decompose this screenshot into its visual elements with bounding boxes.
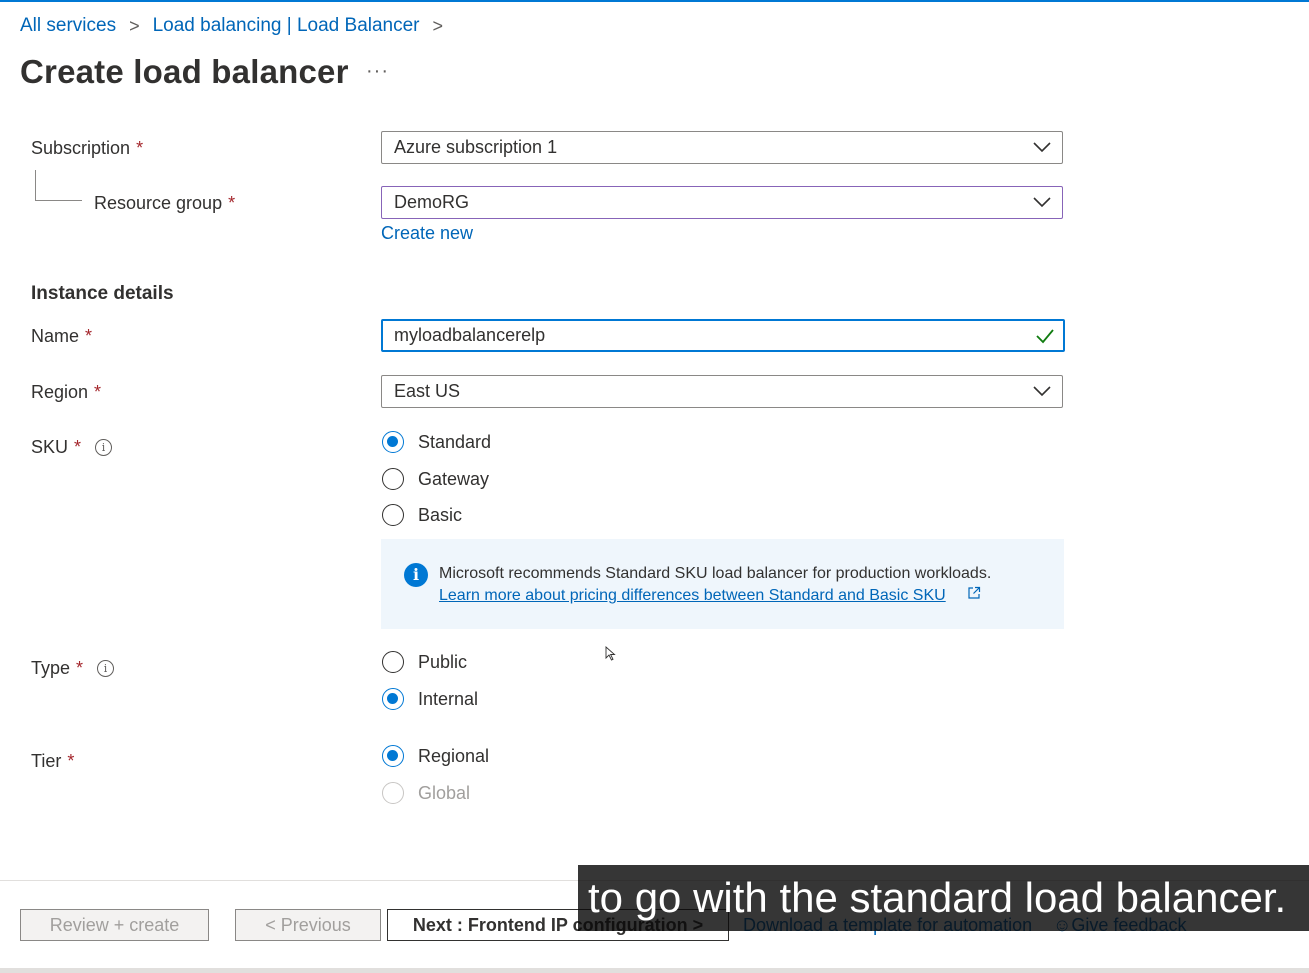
page-title: Create load balancer bbox=[20, 53, 349, 90]
review-create-button[interactable]: Review + create bbox=[20, 909, 209, 941]
region-value: East US bbox=[394, 381, 461, 401]
type-option-internal[interactable]: Internal bbox=[382, 688, 478, 710]
required-asterisk: * bbox=[67, 751, 75, 771]
name-label-text: Name bbox=[31, 326, 80, 346]
sku-option-label: Basic bbox=[418, 504, 463, 525]
more-options-icon[interactable]: ··· bbox=[366, 60, 389, 83]
name-input[interactable]: myloadbalancerelp bbox=[381, 319, 1065, 352]
type-label: Type * i bbox=[31, 658, 115, 679]
resource-group-label: Resource group * bbox=[94, 193, 235, 214]
tier-option-label: Global bbox=[418, 782, 471, 803]
info-icon: i bbox=[404, 563, 428, 587]
info-message: Microsoft recommends Standard SKU load b… bbox=[439, 565, 992, 582]
subscription-label: Subscription * bbox=[31, 138, 143, 159]
breadcrumb-all-services[interactable]: All services bbox=[20, 15, 116, 37]
resource-group-label-text: Resource group bbox=[94, 193, 223, 213]
radio-selected-icon bbox=[382, 745, 404, 767]
sku-label: SKU * i bbox=[31, 437, 113, 458]
required-asterisk: * bbox=[74, 437, 82, 457]
tree-connector bbox=[35, 170, 82, 201]
previous-button[interactable]: < Previous bbox=[235, 909, 381, 941]
learn-more-link[interactable]: Learn more about pricing differences bet… bbox=[439, 587, 946, 605]
type-option-public[interactable]: Public bbox=[382, 651, 467, 673]
external-link-icon[interactable] bbox=[967, 586, 981, 600]
name-label: Name * bbox=[31, 326, 92, 347]
instance-details-heading: Instance details bbox=[31, 283, 174, 304]
radio-disabled-icon bbox=[382, 782, 404, 804]
subscription-label-text: Subscription bbox=[31, 138, 131, 158]
name-value: myloadbalancerelp bbox=[394, 325, 546, 345]
required-asterisk: * bbox=[228, 193, 236, 213]
chevron-down-icon bbox=[1033, 197, 1051, 208]
radio-unselected-icon bbox=[382, 504, 404, 526]
tier-label: Tier * bbox=[31, 751, 74, 772]
sku-option-basic[interactable]: Basic bbox=[382, 504, 462, 526]
region-label-text: Region bbox=[31, 382, 89, 402]
sku-option-standard[interactable]: Standard bbox=[382, 431, 491, 453]
chevron-down-icon bbox=[1033, 386, 1051, 397]
required-asterisk: * bbox=[76, 658, 84, 678]
radio-selected-icon bbox=[382, 431, 404, 453]
type-option-label: Public bbox=[418, 651, 468, 672]
required-asterisk: * bbox=[94, 382, 102, 402]
tier-label-text: Tier bbox=[31, 751, 62, 771]
check-icon bbox=[1036, 329, 1054, 344]
info-icon[interactable]: i bbox=[95, 439, 113, 456]
tier-option-label: Regional bbox=[418, 745, 490, 766]
type-option-label: Internal bbox=[418, 688, 479, 709]
resource-group-dropdown[interactable]: DemoRG bbox=[381, 186, 1063, 219]
chevron-down-icon bbox=[1033, 142, 1051, 153]
type-label-text: Type bbox=[31, 658, 71, 678]
breadcrumb-load-balancing[interactable]: Load balancing | Load Balancer bbox=[153, 15, 420, 37]
resource-group-value: DemoRG bbox=[394, 192, 470, 212]
radio-unselected-icon bbox=[382, 651, 404, 673]
info-icon[interactable]: i bbox=[97, 660, 115, 677]
region-label: Region * bbox=[31, 382, 101, 403]
sku-option-label: Gateway bbox=[418, 468, 490, 489]
region-dropdown[interactable]: East US bbox=[381, 375, 1063, 408]
bottom-border bbox=[0, 968, 1309, 973]
tier-option-global: Global bbox=[382, 782, 470, 804]
required-asterisk: * bbox=[136, 138, 144, 158]
create-load-balancer-page: All services > Load balancing | Load Bal… bbox=[0, 0, 1309, 973]
top-accent-line bbox=[0, 0, 1309, 2]
breadcrumb: All services > Load balancing | Load Bal… bbox=[20, 15, 456, 37]
mouse-cursor-icon bbox=[605, 646, 616, 661]
tier-option-regional[interactable]: Regional bbox=[382, 745, 489, 767]
create-new-link[interactable]: Create new bbox=[381, 223, 473, 244]
sku-option-label: Standard bbox=[418, 431, 492, 452]
breadcrumb-separator: > bbox=[432, 15, 444, 36]
radio-unselected-icon bbox=[382, 468, 404, 490]
required-asterisk: * bbox=[85, 326, 93, 346]
video-caption: to go with the standard load balancer. bbox=[578, 865, 1309, 931]
subscription-value: Azure subscription 1 bbox=[394, 137, 558, 157]
sku-info-banner: i Microsoft recommends Standard SKU load… bbox=[381, 539, 1064, 629]
subscription-dropdown[interactable]: Azure subscription 1 bbox=[381, 131, 1063, 164]
sku-option-gateway[interactable]: Gateway bbox=[382, 468, 489, 490]
radio-selected-icon bbox=[382, 688, 404, 710]
breadcrumb-separator: > bbox=[129, 15, 140, 36]
sku-label-text: SKU bbox=[31, 437, 69, 457]
